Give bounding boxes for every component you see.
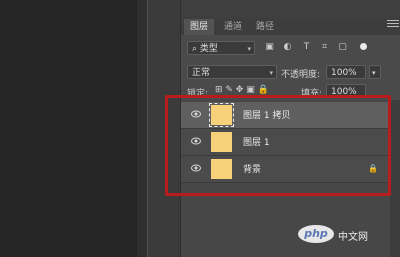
opacity-slider-button[interactable]: ▾: [369, 65, 381, 79]
filter-label: 类型: [199, 44, 218, 54]
annotation-highlight-box: [165, 95, 391, 196]
watermark: php 中文网: [298, 225, 398, 245]
chevron-down-icon: ▾: [247, 45, 251, 53]
chevron-down-icon: ▾: [372, 69, 376, 77]
opacity-value: 100%: [331, 68, 357, 78]
filter-type-icon[interactable]: T: [301, 42, 312, 53]
filter-shape-icon[interactable]: ⌗: [319, 42, 330, 53]
filter-adjustment-icon[interactable]: ◐: [282, 42, 293, 53]
blend-mode-value: 正常: [192, 68, 211, 78]
opacity-field[interactable]: 100%: [326, 65, 366, 79]
tab-paths[interactable]: 路径: [250, 19, 280, 35]
lock-icons[interactable]: ⊞ ✎ ✥ ▣ 🔒: [215, 85, 269, 95]
opacity-label: 不透明度:: [281, 70, 321, 80]
search-icon: ⌕: [192, 44, 200, 54]
filter-toggle-icon[interactable]: [360, 43, 367, 50]
panel-gutter: [137, 0, 147, 257]
panel-menu-icon[interactable]: [387, 20, 399, 30]
document-canvas-area: [0, 0, 137, 257]
tab-channels[interactable]: 通道: [218, 19, 248, 35]
blend-mode-dropdown[interactable]: 正常 ▾: [187, 65, 277, 79]
panel-tabs: 图层 通道 路径: [181, 18, 400, 35]
tab-layers[interactable]: 图层: [184, 19, 215, 35]
filter-pixel-icon[interactable]: ▣: [264, 42, 275, 53]
filter-smart-object-icon[interactable]: ▢: [337, 42, 348, 53]
panel-dock-header: [181, 0, 400, 18]
layer-filter-dropdown[interactable]: ⌕ 类型 ▾: [187, 41, 255, 55]
chevron-down-icon: ▾: [269, 69, 273, 77]
watermark-text: 中文网: [338, 232, 368, 243]
watermark-logo: php: [298, 225, 334, 243]
